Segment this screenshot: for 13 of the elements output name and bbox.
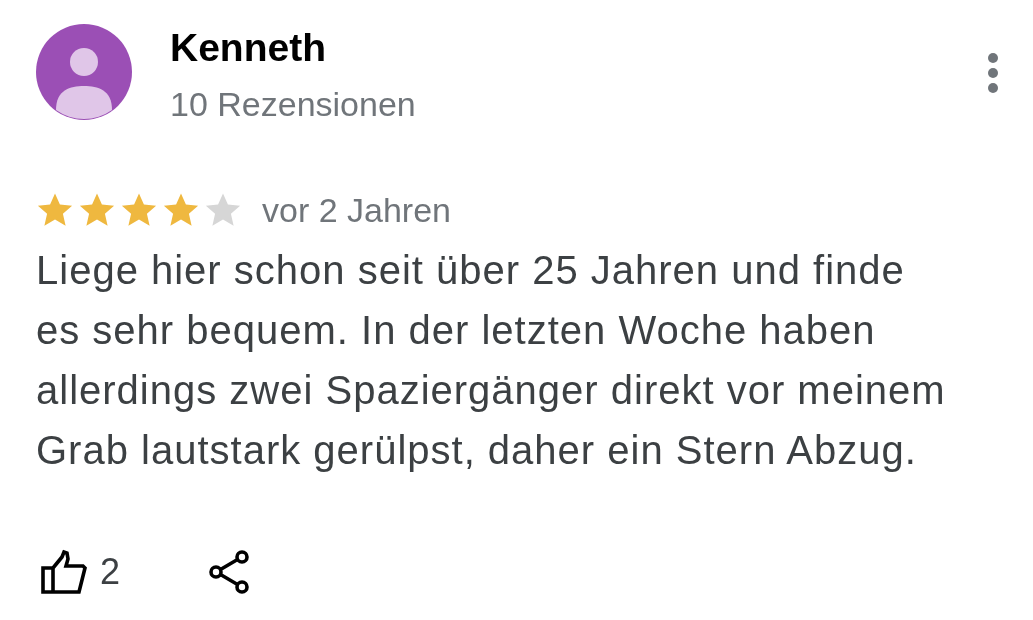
avatar-icon — [36, 24, 132, 120]
review-text: Liege hier schon seit über 25 Jahren und finde es sehr bequem. In der letzten Woche haben allerdings zwei Spaziergänger direkt vor meinem Grab lautstark gerülpst, daher ein Stern Abzug. — [36, 247, 947, 474]
thumbs-up-icon — [40, 549, 88, 595]
like-button[interactable]: 2 — [40, 549, 121, 595]
author-name: Kenneth — [170, 25, 327, 71]
review-count: 10 Rezensionen — [170, 84, 416, 124]
filled-star-icon — [36, 191, 74, 229]
review-date: vor 2 Jahren — [262, 190, 451, 230]
filled-star-icon — [78, 191, 116, 229]
filled-star-icon — [162, 191, 200, 229]
filled-star-icon — [120, 191, 158, 229]
more-icon — [987, 52, 999, 94]
empty-star-icon — [204, 191, 242, 229]
